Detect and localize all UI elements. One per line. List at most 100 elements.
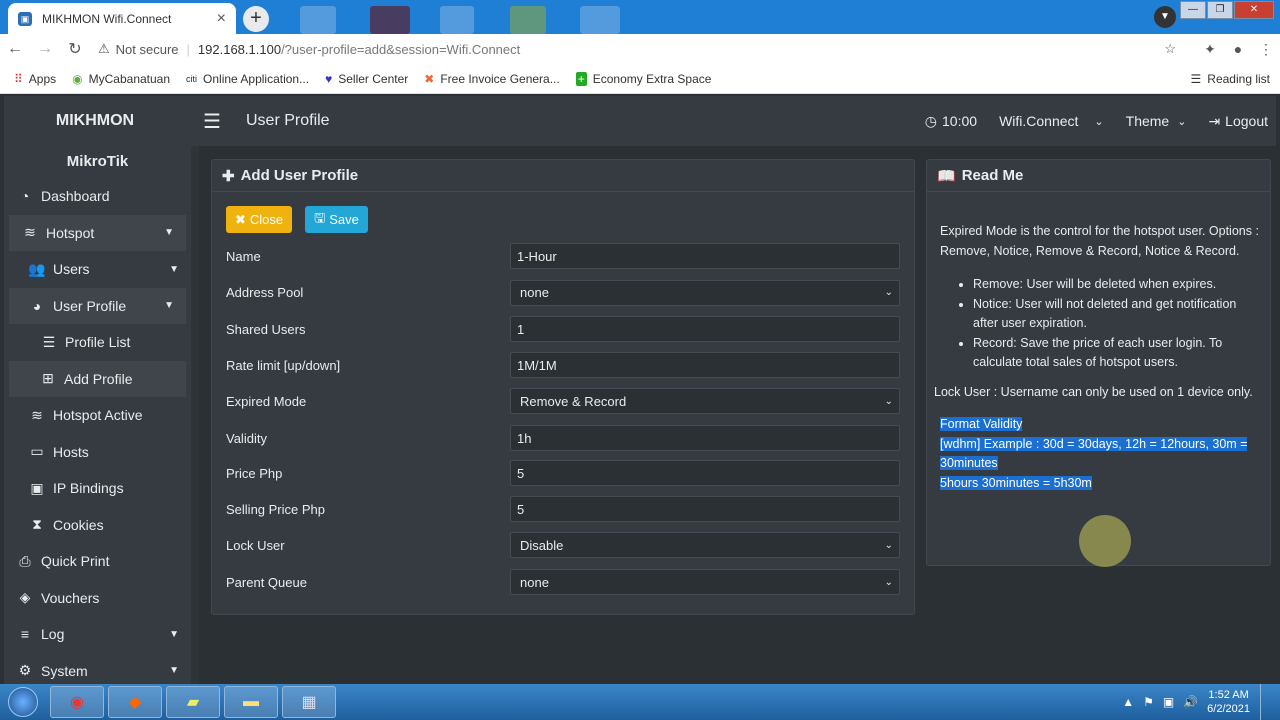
save-button[interactable]: 🖫 Save	[305, 206, 368, 233]
bookmark-economy-extra-space[interactable]: + Economy Extra Space	[575, 71, 711, 86]
field-label: Selling Price Php	[226, 501, 325, 517]
close-button[interactable]: ✖ Close	[226, 206, 293, 233]
expired-mode-select[interactable]: Remove & Record ⌄	[510, 388, 900, 414]
sidebar-item-quick-print[interactable]: ⎙ Quick Print	[4, 543, 191, 580]
apps-grid-icon: ⠿	[14, 71, 23, 86]
citi-icon: citi	[186, 73, 198, 84]
sidebar-item-user-profile[interactable]: ◕ User Profile ▼	[9, 287, 186, 324]
read-me-card: 📖 Read Me Expired Mode is the control for…	[926, 159, 1271, 566]
bookmark-apps[interactable]: ⠿ Apps	[14, 72, 56, 86]
restore-icon[interactable]: ❐	[1207, 1, 1233, 19]
sidebar-item-log[interactable]: ≡ Log ▼	[4, 616, 191, 653]
form-row-lock-user: Lock User Disable ⌄	[226, 532, 906, 558]
sidebar-item-system[interactable]: ⚙ System ▼	[4, 653, 191, 685]
bookmark-star-icon[interactable]: ☆	[1164, 41, 1176, 57]
taskbar-explorer[interactable]: ▬	[224, 686, 278, 718]
shared-users-input[interactable]: 1	[510, 316, 900, 342]
sidebar-item-profile-list[interactable]: ☰ Profile List	[4, 324, 191, 361]
url-text: 192.168.1.100/?user-profile=add&session=…	[198, 42, 520, 57]
reading-list-button[interactable]: ☰ Reading list	[1191, 72, 1270, 86]
field-label: Lock User	[226, 537, 285, 553]
hamburger-menu-icon[interactable]: ☰	[190, 109, 234, 134]
taskbar-clock[interactable]: 1:52 AM 6/2/2021	[1207, 688, 1250, 716]
show-desktop-button[interactable]	[1260, 684, 1274, 720]
bookmark-label: Online Application...	[203, 71, 310, 86]
browser-tab[interactable]: ▣ MIKHMON Wifi.Connect ×	[8, 3, 236, 34]
bookmarks-bar: ⠿ Apps ◉ MyCabanatuan citi Online Applicati…	[0, 64, 1280, 94]
sidebar-item-hotspot-active[interactable]: ≋ Hotspot Active	[4, 397, 191, 434]
bookmark-seller-center[interactable]: ♥ Seller Center	[325, 72, 408, 86]
field-value: 5	[517, 501, 525, 517]
flag-icon[interactable]: ⚑	[1143, 695, 1154, 709]
address-bar-row: ← → ↻ ⚠ Not secure | 192.168.1.100/?user…	[0, 34, 1280, 64]
bookmark-mycabanatuan[interactable]: ◉ MyCabanatuan	[72, 72, 170, 86]
window-close-icon[interactable]: ✕	[1234, 1, 1274, 19]
sidebar-item-cookies[interactable]: ⧗ Cookies	[4, 507, 191, 544]
wifi-icon: ≋	[24, 224, 36, 241]
logout-button[interactable]: ⇥ Logout	[1208, 113, 1268, 130]
bookmark-online-application[interactable]: citi Online Application...	[186, 72, 309, 86]
taskbar-brave[interactable]: ◆	[108, 686, 162, 718]
ticket-icon: ◈	[19, 589, 31, 606]
sidebar-item-ip-bindings[interactable]: ▣ IP Bindings	[4, 470, 191, 507]
validity-input[interactable]: 1h	[510, 425, 900, 451]
theme-dropdown[interactable]: Theme ⌄	[1126, 113, 1187, 129]
volume-icon[interactable]: 🔊	[1183, 695, 1198, 709]
sidebar-item-vouchers[interactable]: ◈ Vouchers	[4, 580, 191, 617]
session-dropdown[interactable]: Wifi.Connect ⌄	[999, 113, 1104, 129]
forward-arrow-icon[interactable]: →	[30, 40, 60, 58]
name-input[interactable]: 1-Hour	[510, 243, 900, 269]
minimize-icon[interactable]: —	[1180, 1, 1206, 19]
sidebar-scrollbar[interactable]	[191, 146, 199, 684]
taskbar-chrome[interactable]: ◉	[50, 686, 104, 718]
back-arrow-icon[interactable]: ←	[0, 40, 30, 58]
field-value: 1	[517, 321, 525, 337]
sidebar-item-add-profile[interactable]: ⊞ Add Profile	[9, 360, 186, 397]
main-content: ✚ Add User Profile ✖ Close 🖫 Save Name 1-Hou…	[199, 146, 1276, 684]
lock-user-note: Lock User : Username can only be used on…	[934, 384, 1253, 399]
parent-queue-select[interactable]: none ⌄	[510, 569, 900, 595]
list-item: Notice: User will not deleted and get no…	[973, 295, 1260, 334]
taskbar-notes[interactable]: ▰	[166, 686, 220, 718]
tab-close-icon[interactable]: ×	[217, 10, 226, 28]
sidebar-item-hosts[interactable]: ▭ Hosts	[4, 434, 191, 471]
new-tab-button[interactable]: +	[243, 6, 269, 32]
list-icon: ☰	[42, 333, 56, 350]
start-button[interactable]	[0, 684, 46, 720]
sidebar-item-hotspot[interactable]: ≋ Hotspot ▼	[9, 214, 186, 251]
network-tray-icon[interactable]: ▣	[1163, 695, 1174, 709]
selling-price-input[interactable]: 5	[510, 496, 900, 522]
card-header: ✚ Add User Profile	[212, 160, 914, 192]
field-label: Shared Users	[226, 321, 306, 337]
profile-avatar-icon[interactable]: ●	[1224, 41, 1252, 57]
sidebar-item-dashboard[interactable]: ◔ Dashboard	[4, 178, 191, 215]
address-pool-select[interactable]: none ⌄	[510, 279, 900, 306]
taskbar-network[interactable]: ▦	[282, 686, 336, 718]
tab-search-dropdown-icon[interactable]: ▼	[1154, 6, 1176, 28]
price-input[interactable]: 5	[510, 460, 900, 486]
invoice-icon: ✖	[424, 71, 435, 86]
system-tray: ▲ ⚑ ▣ 🔊 1:52 AM 6/2/2021	[1122, 684, 1274, 720]
format-validity-example: [wdhm] Example : 30d = 30days, 12h = 12h…	[940, 436, 1248, 470]
window-controls: — ❐ ✕	[1179, 1, 1274, 19]
hourglass-icon: ⧗	[32, 516, 42, 533]
omnibox[interactable]: ⚠ Not secure | 192.168.1.100/?user-profi…	[98, 36, 1188, 62]
reading-list-icon: ☰	[1190, 71, 1202, 86]
reload-icon[interactable]: ↻	[60, 39, 90, 59]
clock-date: 6/2/2021	[1207, 703, 1250, 715]
browser-menu-icon[interactable]: ⋮	[1252, 41, 1280, 58]
bookmark-free-invoice[interactable]: ✖ Free Invoice Genera...	[424, 72, 559, 86]
extensions-puzzle-icon[interactable]: ✦	[1196, 41, 1224, 58]
tray-expand-icon[interactable]: ▲	[1122, 695, 1134, 709]
brand-logo[interactable]: MIKHMON	[4, 112, 186, 130]
bookmark-label: MyCabanatuan	[88, 71, 171, 86]
field-label: Parent Queue	[226, 574, 307, 590]
print-icon: ⎙	[19, 552, 31, 569]
close-icon: ✖	[235, 211, 246, 227]
form-row-parent-queue: Parent Queue none ⌄	[226, 569, 906, 595]
background-window-thumbnail	[510, 6, 546, 34]
sidebar-item-users[interactable]: 👥 Users ▼	[4, 251, 191, 288]
rate-limit-input[interactable]: 1M/1M	[510, 352, 900, 378]
lock-user-select[interactable]: Disable ⌄	[510, 532, 900, 558]
chevron-down-icon: ⌄	[884, 539, 893, 551]
